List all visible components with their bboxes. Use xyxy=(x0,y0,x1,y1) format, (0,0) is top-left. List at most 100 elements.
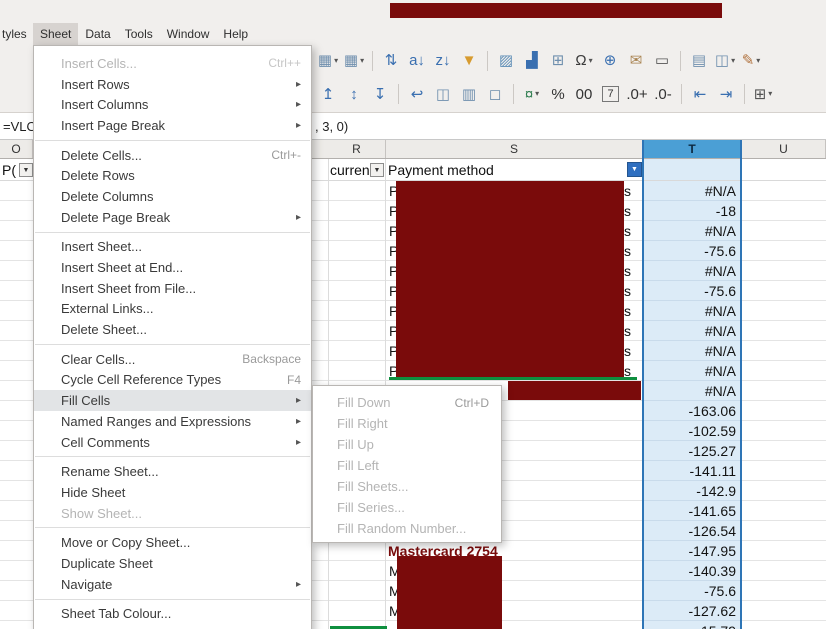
submenu-item-fill-down[interactable]: Fill DownCtrl+D xyxy=(313,392,501,413)
draw-functions-icon[interactable]: ✎▾ xyxy=(739,49,763,73)
format-date-icon[interactable]: 7 xyxy=(602,86,619,102)
sort-icon[interactable]: ⇅ xyxy=(379,49,403,73)
unmerge-cells-icon[interactable]: ◻ xyxy=(483,82,507,106)
menu-item-insert-cells[interactable]: Insert Cells...Ctrl++ xyxy=(34,53,311,74)
menu-item-duplicate-sheet[interactable]: Duplicate Sheet xyxy=(34,553,311,574)
table-rows-icon[interactable]: ▦▾ xyxy=(316,49,340,73)
column-header-r[interactable]: R xyxy=(328,140,386,158)
cell-t2[interactable]: #N/A xyxy=(643,181,742,201)
insert-image-icon[interactable]: ▨ xyxy=(494,49,518,73)
cell-t4[interactable]: #N/A xyxy=(643,221,742,241)
submenu-item-fill-sheets[interactable]: Fill Sheets... xyxy=(313,476,501,497)
sort-ascending-icon[interactable]: a↓ xyxy=(405,49,429,73)
increase-indent-icon[interactable]: ⇥ xyxy=(714,82,738,106)
cell-s1-payment-method[interactable]: Payment method ▼ xyxy=(386,159,643,181)
menu-item-cycle-cell-reference-types[interactable]: Cycle Cell Reference TypesF4 xyxy=(34,370,311,391)
cell-t21[interactable]: -140.39 xyxy=(643,561,742,581)
cell-t15[interactable]: -125.27 xyxy=(643,441,742,461)
cell-t19[interactable]: -126.54 xyxy=(643,521,742,541)
menu-item-clear-cells[interactable]: Clear Cells...Backspace xyxy=(34,349,311,370)
cell-t17[interactable]: -142.9 xyxy=(643,481,742,501)
menu-item-delete-columns[interactable]: Delete Columns xyxy=(34,186,311,207)
menu-item-insert-page-break[interactable]: Insert Page Break▸ xyxy=(34,115,311,136)
submenu-item-fill-random-number[interactable]: Fill Random Number... xyxy=(313,518,501,539)
cell-t23[interactable]: -127.62 xyxy=(643,601,742,621)
align-top-icon[interactable]: ↥ xyxy=(316,82,340,106)
headers-footers-icon[interactable]: ▤ xyxy=(687,49,711,73)
submenu-item-fill-up[interactable]: Fill Up xyxy=(313,434,501,455)
wrap-text-icon[interactable]: ↩ xyxy=(405,82,429,106)
menubar-item-tyles[interactable]: tyles xyxy=(0,23,33,45)
sort-descending-icon[interactable]: z↓ xyxy=(431,49,455,73)
column-header-u[interactable]: U xyxy=(742,140,826,158)
cell-t14[interactable]: -102.59 xyxy=(643,421,742,441)
menu-item-insert-sheet-at-end[interactable]: Insert Sheet at End... xyxy=(34,257,311,278)
cell-o1[interactable]: P( ▼ xyxy=(0,159,33,181)
table-columns-icon[interactable]: ▦▾ xyxy=(342,49,366,73)
cell-t20[interactable]: -147.95 xyxy=(643,541,742,561)
menu-item-rename-sheet[interactable]: Rename Sheet... xyxy=(34,461,311,482)
add-decimal-icon[interactable]: .0+ xyxy=(625,82,649,106)
menu-item-hide-sheet[interactable]: Hide Sheet xyxy=(34,482,311,503)
freeze-panes-icon[interactable]: ◫▾ xyxy=(713,49,737,73)
submenu-item-fill-series[interactable]: Fill Series... xyxy=(313,497,501,518)
menubar-item-window[interactable]: Window xyxy=(160,23,217,45)
menubar-item-tools[interactable]: Tools xyxy=(118,23,160,45)
column-header-s[interactable]: S xyxy=(386,140,643,158)
menu-item-show-sheet[interactable]: Show Sheet... xyxy=(34,503,311,524)
merge-center-cells-icon[interactable]: ◫ xyxy=(431,82,455,106)
cell-t11[interactable]: #N/A xyxy=(643,361,742,381)
submenu-item-fill-right[interactable]: Fill Right xyxy=(313,413,501,434)
pivot-table-icon[interactable]: ⊞ xyxy=(546,49,570,73)
menubar-item-sheet[interactable]: Sheet xyxy=(33,23,78,45)
borders-icon[interactable]: ⊞▾ xyxy=(751,82,775,106)
menu-item-fill-cells[interactable]: Fill Cells▸ xyxy=(34,390,311,411)
menubar-item-help[interactable]: Help xyxy=(216,23,255,45)
menu-item-external-links[interactable]: External Links... xyxy=(34,299,311,320)
menu-item-cell-comments[interactable]: Cell Comments▸ xyxy=(34,432,311,453)
align-bottom-icon[interactable]: ↧ xyxy=(368,82,392,106)
menu-item-move-or-copy-sheet[interactable]: Move or Copy Sheet... xyxy=(34,532,311,553)
menu-item-navigate[interactable]: Navigate▸ xyxy=(34,574,311,595)
insert-text-box-icon[interactable]: ▭ xyxy=(650,49,674,73)
format-number-icon[interactable]: 00 xyxy=(572,82,596,106)
submenu-item-fill-left[interactable]: Fill Left xyxy=(313,455,501,476)
menu-item-insert-sheet[interactable]: Insert Sheet... xyxy=(34,237,311,258)
cell-t6[interactable]: #N/A xyxy=(643,261,742,281)
cell-t3[interactable]: -18 xyxy=(643,201,742,221)
format-percent-icon[interactable]: % xyxy=(546,82,570,106)
insert-chart-icon[interactable]: ▟ xyxy=(520,49,544,73)
autofilter-dropdown-icon[interactable]: ▼ xyxy=(370,163,384,177)
menu-item-delete-rows[interactable]: Delete Rows xyxy=(34,165,311,186)
cell-t24[interactable]: -15.79 xyxy=(643,621,742,629)
cell-t22[interactable]: -75.6 xyxy=(643,581,742,601)
delete-decimal-icon[interactable]: .0- xyxy=(651,82,675,106)
cell-t16[interactable]: -141.11 xyxy=(643,461,742,481)
decrease-indent-icon[interactable]: ⇤ xyxy=(688,82,712,106)
menu-item-delete-cells[interactable]: Delete Cells...Ctrl+- xyxy=(34,145,311,166)
insert-comment-icon[interactable]: ✉ xyxy=(624,49,648,73)
cell-t8[interactable]: #N/A xyxy=(643,301,742,321)
format-currency-icon[interactable]: ¤▾ xyxy=(520,82,544,106)
column-header-t[interactable]: T xyxy=(643,140,742,158)
special-character-icon[interactable]: Ω▾ xyxy=(572,49,596,73)
menu-item-delete-page-break[interactable]: Delete Page Break▸ xyxy=(34,207,311,228)
cell-t9[interactable]: #N/A xyxy=(643,321,742,341)
autofilter-active-dropdown-icon[interactable]: ▼ xyxy=(627,162,642,177)
menu-item-insert-sheet-from-file[interactable]: Insert Sheet from File... xyxy=(34,278,311,299)
cell-t13[interactable]: -163.06 xyxy=(643,401,742,421)
cell-t18[interactable]: -141.65 xyxy=(643,501,742,521)
autofilter-dropdown-icon[interactable]: ▼ xyxy=(19,163,33,177)
menu-item-named-ranges-and-expressions[interactable]: Named Ranges and Expressions▸ xyxy=(34,411,311,432)
merge-cells-icon[interactable]: ▥ xyxy=(457,82,481,106)
cell-t5[interactable]: -75.6 xyxy=(643,241,742,261)
cell-t10[interactable]: #N/A xyxy=(643,341,742,361)
menu-item-sheet-events[interactable]: Sheet Events... xyxy=(34,624,311,629)
menu-item-sheet-tab-colour[interactable]: Sheet Tab Colour... xyxy=(34,604,311,625)
autofilter-icon[interactable]: ▼ xyxy=(457,49,481,73)
hyperlink-icon[interactable]: ⊕ xyxy=(598,49,622,73)
menubar-item-data[interactable]: Data xyxy=(78,23,117,45)
menu-item-delete-sheet[interactable]: Delete Sheet... xyxy=(34,319,311,340)
cell-t12[interactable]: #N/A xyxy=(643,381,742,401)
menu-item-insert-columns[interactable]: Insert Columns▸ xyxy=(34,94,311,115)
